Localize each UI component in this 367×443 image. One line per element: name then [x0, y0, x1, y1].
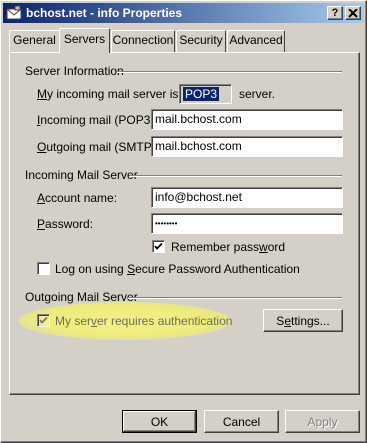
incoming-server-type-suffix: server. — [239, 87, 276, 101]
incoming-mail-input[interactable]: mail.bchost.com — [151, 109, 343, 130]
server-requires-auth-checkbox[interactable] — [37, 314, 50, 327]
properties-dialog: bchost.net - info Properties ? General S… — [0, 0, 367, 443]
incoming-server-divider — [129, 175, 342, 177]
server-requires-auth-label: My server requires authentication — [55, 314, 233, 328]
ok-button[interactable]: OK — [122, 410, 197, 433]
incoming-mail-label: Incoming mail (POP3): — [37, 113, 158, 127]
tab-servers[interactable]: Servers — [59, 28, 110, 53]
secure-password-auth-label: Log on using Secure Password Authenticat… — [55, 262, 300, 276]
password-input[interactable]: •••••••• — [151, 213, 343, 234]
checkmark-icon — [154, 242, 163, 250]
password-label: Password: — [37, 217, 94, 231]
account-name-input[interactable]: info@bchost.net — [151, 187, 343, 208]
checkmark-icon — [39, 316, 48, 324]
window-title: bchost.net - info Properties — [26, 6, 183, 20]
remember-password-label: Remember password — [171, 240, 286, 254]
tab-general[interactable]: General — [9, 30, 60, 52]
incoming-server-type-value: POP3 — [183, 87, 220, 101]
settings-button[interactable]: Settings... — [263, 309, 343, 332]
outgoing-mail-label: Outgoing mail (SMTP): — [37, 140, 160, 154]
tab-security[interactable]: Security — [176, 30, 226, 52]
secure-password-auth-checkbox[interactable] — [37, 262, 50, 275]
title-bar[interactable]: bchost.net - info Properties ? — [3, 3, 364, 23]
server-info-group-label: Server Information — [25, 64, 124, 78]
tab-advanced[interactable]: Advanced — [227, 30, 285, 52]
account-name-label: Account name: — [37, 191, 118, 205]
incoming-server-type-field[interactable]: POP3 — [179, 84, 232, 104]
close-button[interactable] — [345, 6, 361, 20]
apply-button[interactable]: Apply — [285, 410, 360, 433]
server-info-divider — [117, 71, 342, 73]
tab-connection[interactable]: Connection — [111, 30, 175, 52]
cancel-button[interactable]: Cancel — [204, 410, 279, 433]
incoming-server-type-label: My incoming mail server is a — [37, 87, 189, 101]
incoming-server-group-label: Incoming Mail Server — [25, 168, 138, 182]
outgoing-server-divider — [128, 297, 342, 299]
help-button[interactable]: ? — [327, 6, 343, 20]
mail-account-icon — [6, 5, 22, 21]
outgoing-mail-input[interactable]: mail.bchost.com — [151, 136, 343, 157]
remember-password-checkbox[interactable] — [152, 240, 165, 253]
close-icon — [348, 9, 358, 18]
